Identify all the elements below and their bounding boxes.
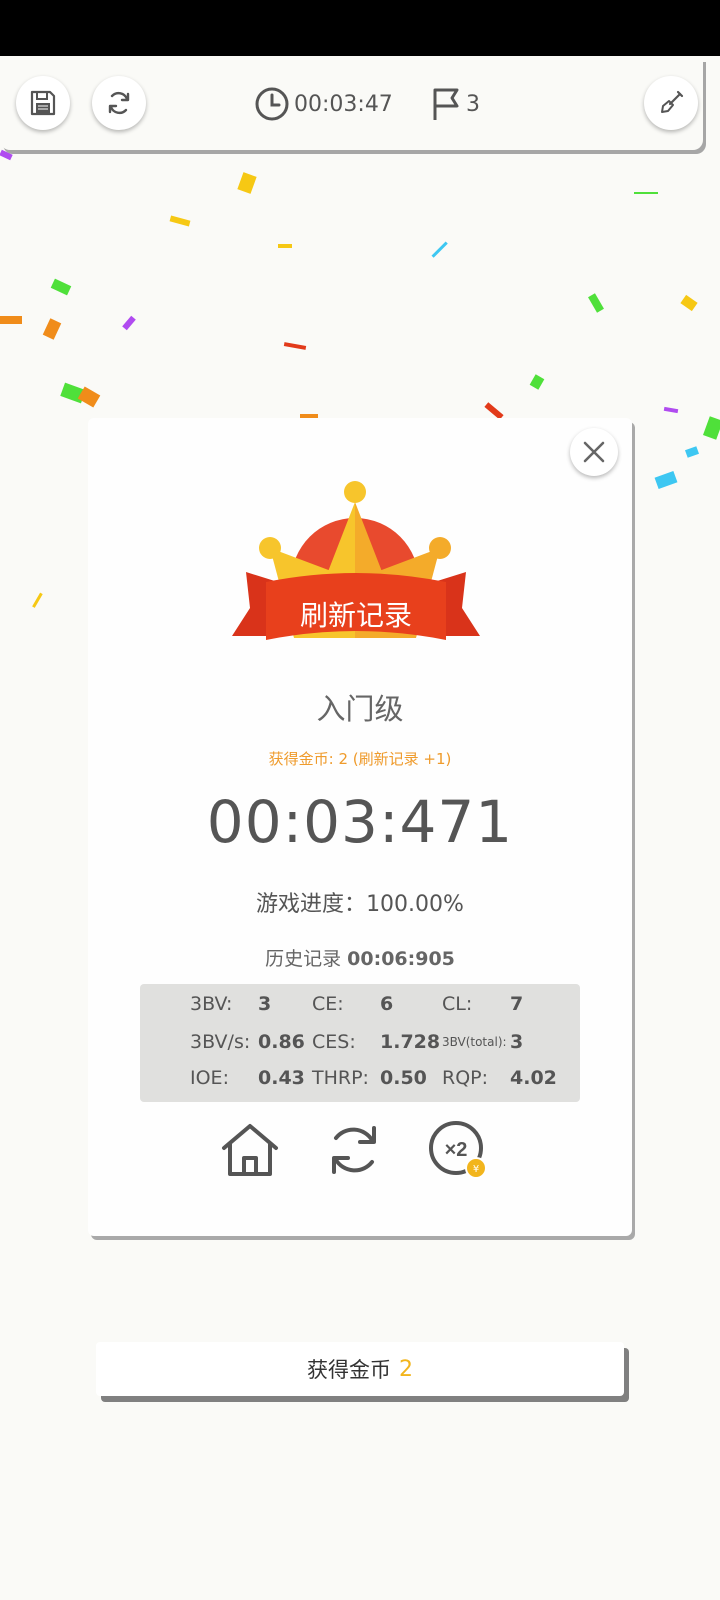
- stat-label: CL:: [442, 993, 473, 1015]
- stat-value: 3: [510, 1031, 524, 1053]
- clock-icon: [255, 87, 289, 121]
- flag-count: 3: [466, 91, 480, 117]
- stat-value: 0.50: [380, 1067, 427, 1089]
- replay-icon: [332, 1126, 376, 1174]
- stat-value: 0.43: [258, 1067, 305, 1089]
- floppy-disk-icon: [30, 90, 56, 116]
- double-text: ×2: [445, 1139, 468, 1161]
- history-value: 00:06:905: [347, 948, 455, 970]
- restart-button[interactable]: [92, 76, 146, 130]
- progress-value: 100.00%: [366, 892, 464, 917]
- difficulty-level: 入门级: [316, 692, 404, 726]
- stat-value: 3: [258, 993, 272, 1015]
- stat-value: 4.02: [510, 1067, 557, 1089]
- status-bar: [0, 0, 720, 56]
- progress-label: 游戏进度：: [256, 892, 367, 917]
- flag-icon: [433, 88, 459, 120]
- stats-panel: 3BV: 3 CE: 6 CL: 7 3BV/s: 0.86 CES: 1.72…: [140, 984, 580, 1102]
- svg-text:¥: ¥: [473, 1164, 479, 1175]
- stat-label: CES:: [312, 1031, 356, 1053]
- replay-button[interactable]: [322, 1118, 386, 1182]
- top-toolbar: 00:03:47 3: [0, 58, 703, 150]
- stat-label: 3BV(total):: [442, 1035, 507, 1049]
- close-button[interactable]: [570, 428, 618, 476]
- history-record: 历史记录 00:06:905: [88, 944, 632, 971]
- flag-counter: 3: [430, 86, 480, 122]
- stat-label: 3BV:: [190, 993, 233, 1015]
- coins-earned-note: 获得金币: 2 (刷新记录 +1): [268, 750, 452, 768]
- game-progress: 游戏进度：100.00%: [88, 886, 632, 918]
- stat-label: THRP:: [312, 1067, 369, 1089]
- history-label: 历史记录: [265, 948, 342, 970]
- double-coins-icon: ×2 ¥: [429, 1121, 487, 1179]
- stats-row: 3BV: 3 CE: 6 CL: 7: [140, 988, 580, 1020]
- home-icon: [222, 1124, 278, 1176]
- stat-label: CE:: [312, 993, 344, 1015]
- finish-time: 00:03:471: [206, 788, 514, 856]
- stat-value: 1.728: [380, 1031, 441, 1053]
- close-icon: [583, 441, 605, 463]
- game-timer: 00:03:47: [254, 86, 393, 122]
- stat-label: 3BV/s:: [190, 1031, 251, 1053]
- stat-value: 7: [510, 993, 524, 1015]
- coins-amount: 2: [399, 1356, 413, 1382]
- home-button[interactable]: [218, 1118, 282, 1182]
- refresh-icon: [108, 91, 130, 115]
- double-coins-button[interactable]: ×2 ¥: [426, 1118, 490, 1182]
- coins-earned-bar[interactable]: 获得金币 2: [96, 1342, 624, 1396]
- coins-label: 获得金币: [307, 1358, 391, 1382]
- shovel-button[interactable]: [644, 76, 698, 130]
- stat-label: IOE:: [190, 1067, 229, 1089]
- shovel-icon: [661, 90, 684, 113]
- stats-row: IOE: 0.43 THRP: 0.50 RQP: 4.02: [140, 1062, 580, 1094]
- banner-title: 刷新记录: [299, 599, 412, 632]
- stats-row: 3BV/s: 0.86 CES: 1.728 3BV(total): 3: [140, 1026, 580, 1058]
- result-dialog: 刷新记录 入门级 获得金币: 2 (刷新记录 +1) 00:03:471 游戏进…: [88, 418, 632, 1236]
- stat-value: 0.86: [258, 1031, 305, 1053]
- stat-value: 6: [380, 993, 394, 1015]
- timer-text: 00:03:47: [294, 91, 393, 117]
- save-button[interactable]: [16, 76, 70, 130]
- stat-label: RQP:: [442, 1067, 489, 1089]
